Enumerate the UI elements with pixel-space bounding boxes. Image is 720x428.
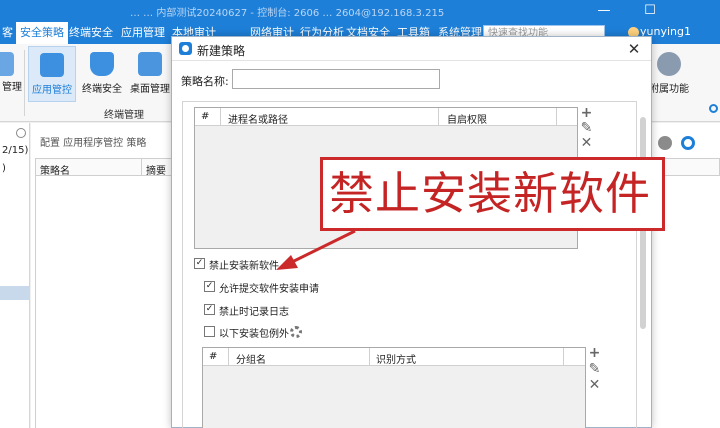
- arrow-head: [276, 255, 298, 270]
- arrow-shaft: [291, 229, 356, 264]
- annotation-arrow: [276, 229, 356, 270]
